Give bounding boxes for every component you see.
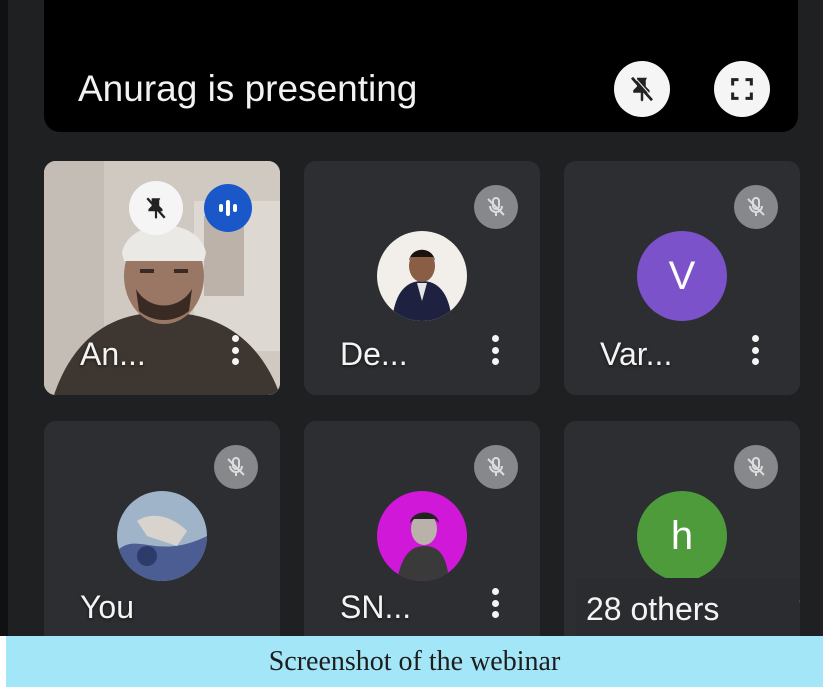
left-edge-strip	[0, 0, 8, 636]
caption-bar: Screenshot of the webinar	[6, 636, 823, 687]
unpin-participant-button[interactable]	[129, 181, 183, 235]
more-options-button[interactable]	[750, 335, 760, 365]
avatar: h	[637, 491, 727, 581]
participant-name: SN...	[340, 589, 412, 625]
participant-tile-de[interactable]: De...	[304, 161, 540, 395]
muted-indicator	[474, 185, 518, 229]
mic-off-icon	[747, 457, 765, 476]
muted-indicator	[214, 445, 258, 489]
push-pin-off-icon	[630, 75, 655, 102]
muted-indicator	[474, 445, 518, 489]
participant-tile-you[interactable]: You	[44, 421, 280, 636]
mic-off-icon	[487, 457, 505, 476]
more-options-button[interactable]	[490, 588, 500, 618]
mic-off-icon	[227, 457, 245, 476]
avatar-letter: V	[668, 253, 696, 298]
fullscreen-icon	[731, 78, 753, 100]
participant-tile-anurag[interactable]: An...	[44, 161, 280, 395]
avatar	[377, 491, 467, 581]
fullscreen-button[interactable]	[714, 61, 770, 117]
audio-level-icon	[219, 200, 237, 216]
mic-off-icon	[487, 197, 505, 216]
more-vert-icon	[491, 335, 499, 342]
participant-name: You	[80, 589, 134, 625]
participant-name: De...	[340, 336, 408, 372]
participant-name: An...	[80, 336, 146, 372]
unpin-presentation-button[interactable]	[614, 61, 670, 117]
presenting-label: Anurag is presenting	[78, 68, 418, 109]
participant-tile-others[interactable]: h 28 others •	[564, 421, 800, 636]
more-options-button[interactable]	[230, 335, 240, 365]
avatar: V	[637, 231, 727, 321]
avatar-letter: h	[670, 513, 694, 558]
caption-text: Screenshot of the webinar	[268, 645, 561, 677]
more-options-button[interactable]	[490, 335, 500, 365]
presentation-banner	[44, 0, 798, 132]
mic-off-icon	[747, 197, 765, 216]
push-pin-off-icon	[146, 197, 166, 219]
avatar	[377, 231, 467, 321]
participant-tile-sn[interactable]: SN...	[304, 421, 540, 636]
more-vert-icon	[751, 335, 759, 342]
avatar-photo	[117, 491, 207, 581]
muted-indicator	[734, 185, 778, 229]
participant-name: Var...	[600, 336, 673, 372]
muted-indicator	[734, 445, 778, 489]
meet-screen: Anurag is presenting An... De... V Var..…	[0, 0, 823, 636]
avatar-photo	[377, 491, 467, 581]
avatar	[117, 491, 207, 581]
more-vert-icon	[491, 588, 499, 595]
others-count-label: 28 others	[586, 591, 720, 627]
avatar-photo	[377, 231, 467, 321]
more-horiz-icon[interactable]: •	[799, 591, 800, 614]
speaking-indicator	[204, 184, 252, 232]
more-vert-icon	[231, 335, 239, 342]
participant-tile-var[interactable]: V Var...	[564, 161, 800, 395]
